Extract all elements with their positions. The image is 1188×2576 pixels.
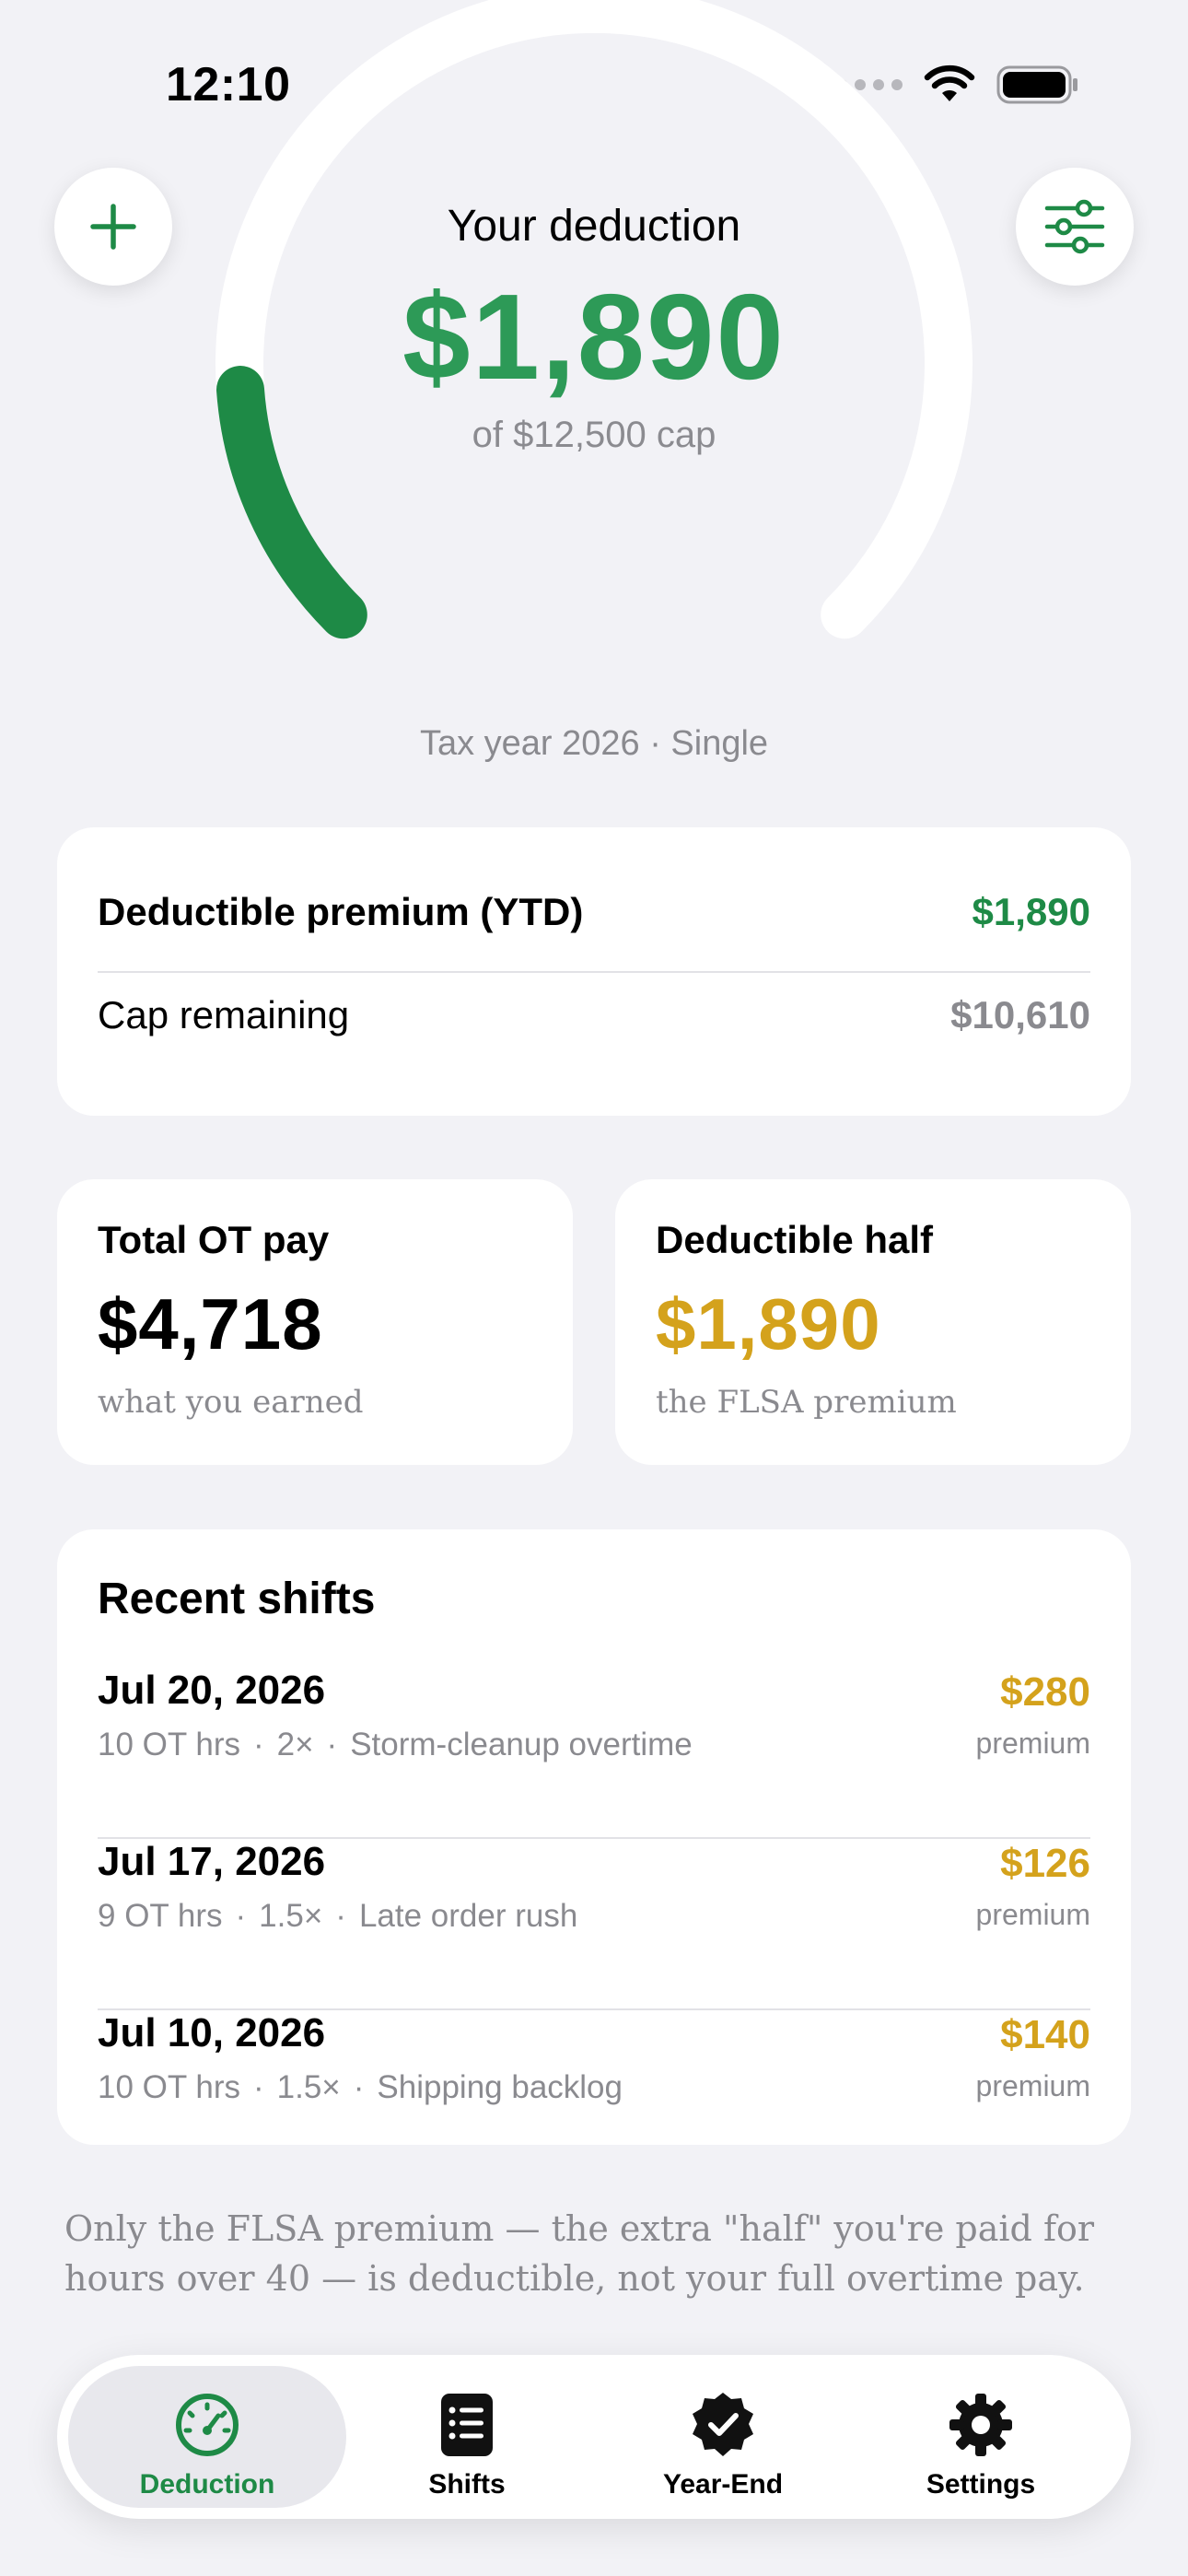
shift-premium-label: premium bbox=[975, 1898, 1090, 1931]
deduction-amount: $1,890 bbox=[402, 269, 786, 404]
total-ot-pay-value: $4,718 bbox=[98, 1283, 323, 1364]
gauge-icon bbox=[176, 2394, 239, 2456]
shift-details: 10 OT hrs · 2× · Storm-cleanup overtime bbox=[98, 1727, 693, 1762]
shift-row[interactable]: Jul 20, 2026 10 OT hrs · 2× · Storm-cleanup … bbox=[98, 1668, 1090, 1839]
tab-label: Settings bbox=[926, 2469, 1036, 2500]
shift-hours: 9 OT hrs bbox=[98, 1898, 223, 1934]
deductible-half-title: Deductible half bbox=[656, 1218, 934, 1261]
tab-shifts[interactable]: Shifts bbox=[328, 2366, 606, 2508]
shift-multiplier: 1.5× bbox=[259, 1898, 323, 1934]
tab-label: Shifts bbox=[428, 2469, 506, 2500]
shift-hours: 10 OT hrs bbox=[98, 1727, 240, 1762]
recent-shifts-title: Recent shifts bbox=[98, 1575, 376, 1623]
shift-premium-label: premium bbox=[975, 1727, 1090, 1760]
tab-settings[interactable]: Settings bbox=[842, 2366, 1120, 2508]
deductible-half-subtitle: the FLSA premium bbox=[656, 1384, 957, 1421]
deductible-half-card: Deductible half $1,890 the FLSA premium bbox=[615, 1179, 1131, 1465]
shift-date: Jul 17, 2026 bbox=[98, 1839, 326, 1884]
shift-hours: 10 OT hrs bbox=[98, 2069, 240, 2105]
cap-remaining-row: Cap remaining $10,610 bbox=[98, 993, 1090, 1037]
shift-premium-amount: $126 bbox=[1000, 1841, 1090, 1886]
gear-icon bbox=[949, 2394, 1012, 2456]
total-ot-pay-subtitle: what you earned bbox=[98, 1384, 364, 1421]
deductible-half-value: $1,890 bbox=[656, 1283, 881, 1364]
total-ot-pay-title: Total OT pay bbox=[98, 1218, 330, 1261]
shift-date: Jul 20, 2026 bbox=[98, 1668, 326, 1713]
deductible-premium-row: Deductible premium (YTD) $1,890 bbox=[98, 890, 1090, 934]
tax-year-filing-status: Tax year 2026 · Single bbox=[419, 724, 769, 763]
deductible-premium-label: Deductible premium (YTD) bbox=[98, 890, 584, 933]
tab-label: Year-End bbox=[662, 2469, 784, 2500]
shift-row[interactable]: Jul 10, 2026 10 OT hrs · 1.5× · Shipping bac… bbox=[98, 2010, 1090, 2121]
shift-multiplier: 1.5× bbox=[276, 2069, 341, 2105]
shift-note: Shipping backlog bbox=[377, 2069, 623, 2105]
shift-details: 10 OT hrs · 1.5× · Shipping backlog bbox=[98, 2069, 623, 2105]
shift-details: 9 OT hrs · 1.5× · Late order rush bbox=[98, 1898, 578, 1934]
total-ot-pay-card: Total OT pay $4,718 what you earned bbox=[57, 1179, 573, 1465]
shift-row[interactable]: Jul 17, 2026 9 OT hrs · 1.5× · Late order ru… bbox=[98, 1839, 1090, 2010]
list-icon bbox=[441, 2394, 493, 2456]
flsa-footnote: Only the FLSA premium — the extra "half"… bbox=[64, 2208, 1095, 2299]
shift-premium-amount: $280 bbox=[1000, 1669, 1090, 1715]
deduction-cap: of $12,500 cap bbox=[472, 415, 716, 455]
deductible-premium-value: $1,890 bbox=[972, 890, 1090, 933]
checkmark-seal-icon bbox=[693, 2393, 753, 2456]
shift-date: Jul 10, 2026 bbox=[98, 2010, 326, 2055]
cap-remaining-label: Cap remaining bbox=[98, 993, 350, 1036]
shift-note: Storm-cleanup overtime bbox=[350, 1727, 693, 1762]
cap-remaining-value: $10,610 bbox=[950, 993, 1090, 1036]
shift-multiplier: 2× bbox=[276, 1727, 314, 1762]
shift-premium-amount: $140 bbox=[1000, 2012, 1090, 2057]
recent-shifts-card: Recent shifts Jul 20, 2026 10 OT hrs · 2× ·… bbox=[57, 1529, 1131, 2145]
shift-premium-label: premium bbox=[975, 2069, 1090, 2102]
tab-deduction[interactable]: Deduction bbox=[68, 2366, 346, 2508]
tab-bar: Deduction Shifts Year-End Settings bbox=[57, 2355, 1131, 2519]
tab-year-end[interactable]: Year-End bbox=[584, 2366, 862, 2508]
shift-note: Late order rush bbox=[358, 1898, 578, 1934]
tab-label: Deduction bbox=[139, 2469, 275, 2500]
divider bbox=[98, 971, 1090, 973]
deduction-title: Your deduction bbox=[447, 202, 741, 251]
